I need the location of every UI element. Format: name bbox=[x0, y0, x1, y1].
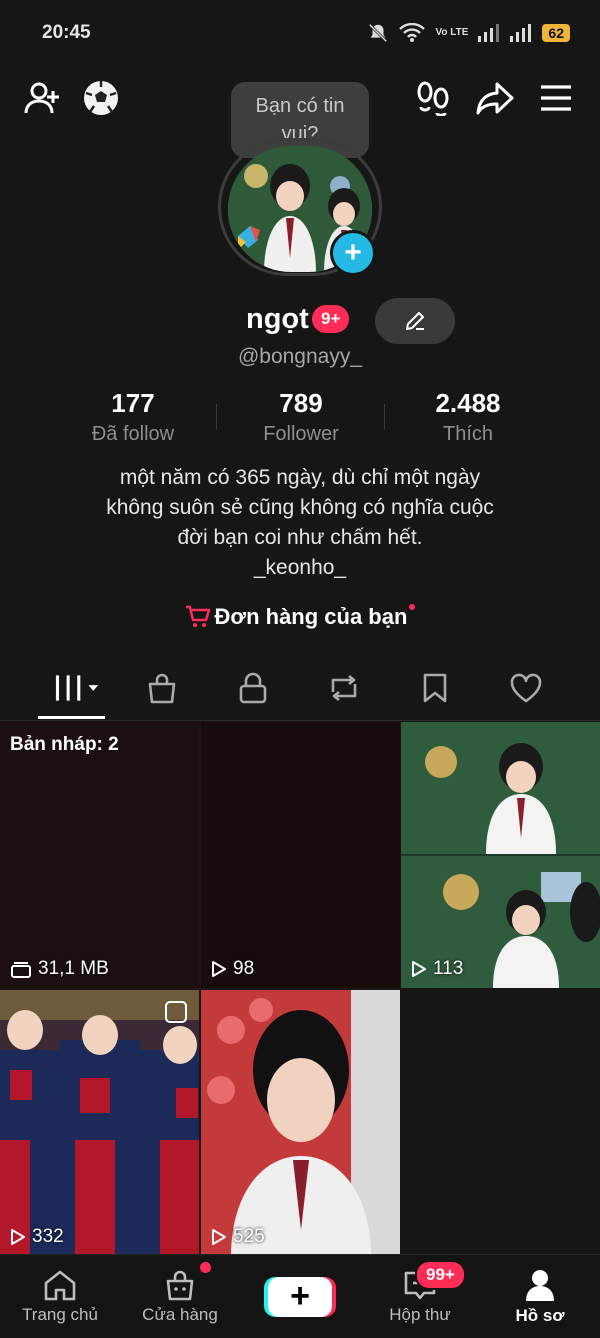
cart-icon bbox=[185, 605, 210, 627]
view-count: 113 bbox=[411, 958, 463, 980]
stat-followers[interactable]: 789 Follower bbox=[226, 388, 376, 446]
orders-label: Đơn hàng của bạn bbox=[214, 604, 408, 629]
nav-shop[interactable]: Cửa hàng bbox=[120, 1255, 240, 1338]
tab-shop[interactable] bbox=[132, 665, 192, 711]
video-tile[interactable]: 113 bbox=[401, 722, 600, 988]
tab-videos[interactable] bbox=[42, 665, 102, 711]
bag-icon bbox=[148, 673, 176, 704]
notification-badge[interactable]: 9+ bbox=[312, 305, 350, 333]
play-icon bbox=[212, 1229, 226, 1245]
stat-label: Đã follow bbox=[91, 423, 175, 445]
menu-icon[interactable] bbox=[536, 78, 576, 118]
tab-active-indicator bbox=[38, 716, 105, 719]
tabs-divider bbox=[0, 720, 600, 721]
shop-bag-icon bbox=[166, 1270, 194, 1300]
view-count-text: 332 bbox=[32, 1226, 64, 1247]
stat-likes[interactable]: 2.488 Thích bbox=[393, 388, 543, 446]
soccer-ball-icon[interactable] bbox=[81, 78, 121, 118]
create-plus-icon: + bbox=[268, 1276, 332, 1317]
nav-inbox-label: Hộp thư bbox=[389, 1304, 451, 1324]
shop-notification-dot bbox=[200, 1262, 211, 1273]
footprints-icon[interactable] bbox=[413, 78, 453, 118]
share-icon[interactable] bbox=[475, 78, 515, 118]
status-icons: Vo LTE 62 bbox=[367, 22, 570, 44]
stat-following[interactable]: 177 Đã follow bbox=[58, 388, 208, 446]
video-tile[interactable]: 332 bbox=[0, 990, 199, 1256]
view-count: 525 bbox=[211, 1226, 265, 1248]
profile-bio: một năm có 365 ngày, dù chỉ một ngày khô… bbox=[106, 466, 494, 579]
nav-shop-label: Cửa hàng bbox=[142, 1304, 218, 1324]
signal-icon-2 bbox=[510, 24, 532, 42]
signal-icon bbox=[478, 24, 500, 42]
profile-icon bbox=[526, 1269, 554, 1301]
stat-label: Thích bbox=[442, 423, 494, 445]
tab-liked[interactable] bbox=[496, 665, 556, 711]
mute-bell-icon bbox=[369, 23, 388, 43]
drafts-stack-icon bbox=[11, 962, 31, 978]
tab-reposts[interactable] bbox=[314, 665, 374, 711]
stat-divider bbox=[384, 404, 385, 430]
user-handle: @bongnayy_ bbox=[237, 345, 363, 368]
battery-indicator: 62 bbox=[542, 24, 570, 42]
stat-value: 789 bbox=[279, 388, 323, 418]
home-icon bbox=[44, 1270, 76, 1300]
play-icon bbox=[212, 961, 226, 977]
view-count-text: 525 bbox=[233, 1226, 265, 1247]
view-count: 98 bbox=[211, 958, 254, 980]
heart-icon bbox=[510, 673, 542, 703]
repost-icon bbox=[331, 674, 357, 702]
username: ngọt bbox=[246, 303, 309, 335]
nav-profile-label: Hồ sơ bbox=[515, 1305, 565, 1325]
view-count-text: 113 bbox=[433, 958, 464, 979]
status-time: 20:45 bbox=[42, 22, 91, 43]
add-avatar-button[interactable]: + bbox=[330, 230, 376, 276]
wifi-icon bbox=[399, 23, 426, 42]
orders-link[interactable]: Đơn hàng của bạn bbox=[0, 604, 600, 630]
drafts-label: Bản nháp: 2 bbox=[10, 734, 119, 755]
drafts-tile[interactable]: Bản nháp: 2 31,1 MB bbox=[0, 722, 199, 988]
play-icon bbox=[11, 1229, 25, 1245]
play-icon bbox=[412, 961, 426, 977]
video-tile[interactable]: 98 bbox=[201, 722, 400, 988]
nav-home[interactable]: Trang chủ bbox=[0, 1255, 120, 1338]
tab-favorites[interactable] bbox=[405, 665, 465, 711]
nav-home-label: Trang chủ bbox=[22, 1304, 98, 1324]
drafts-size: 31,1 MB bbox=[10, 958, 109, 980]
add-friend-icon[interactable] bbox=[22, 78, 62, 118]
edit-profile-button[interactable] bbox=[375, 298, 455, 344]
pencil-icon bbox=[406, 312, 424, 330]
video-tile[interactable]: 525 bbox=[201, 990, 400, 1256]
stat-value: 2.488 bbox=[435, 388, 501, 418]
view-count-text: 98 bbox=[233, 958, 255, 979]
nav-profile[interactable]: Hồ sơ bbox=[480, 1255, 600, 1338]
drafts-size-text: 31,1 MB bbox=[38, 958, 109, 979]
bottom-nav: Trang chủ Cửa hàng + Hộp thư Hồ sơ bbox=[0, 1254, 600, 1338]
stat-label: Follower bbox=[263, 423, 339, 445]
inbox-badge: 99+ bbox=[415, 1260, 466, 1290]
stat-divider bbox=[216, 404, 217, 430]
network-label: Vo LTE bbox=[435, 27, 469, 38]
stat-value: 177 bbox=[111, 388, 155, 418]
lock-icon bbox=[239, 672, 267, 704]
view-count: 332 bbox=[10, 1226, 64, 1248]
bookmark-icon bbox=[423, 673, 447, 703]
tab-private[interactable] bbox=[223, 665, 283, 711]
orders-dot bbox=[409, 604, 416, 610]
nav-create[interactable]: + bbox=[240, 1255, 360, 1338]
